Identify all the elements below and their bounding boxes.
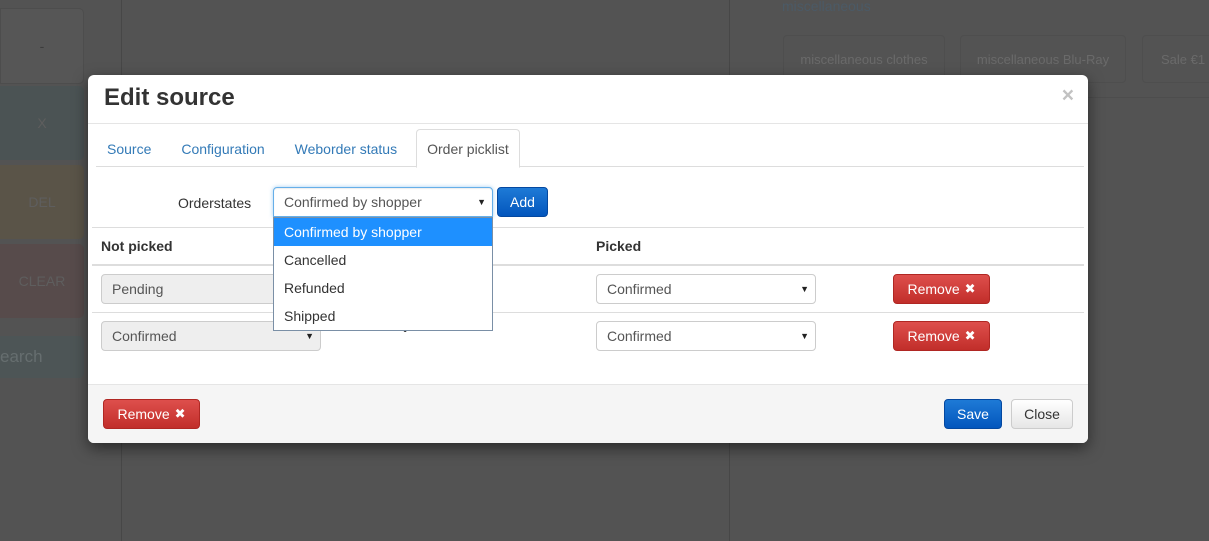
tab-configuration[interactable]: Configuration (170, 129, 275, 167)
orderstates-selected-value: Confirmed by shopper (284, 194, 422, 210)
divider (92, 264, 1084, 266)
dropdown-option[interactable]: Confirmed by shopper (274, 218, 492, 246)
x-icon: ✖ (964, 281, 976, 296)
tab-source[interactable]: Source (96, 129, 162, 167)
x-icon: ✖ (174, 406, 186, 421)
add-button[interactable]: Add (497, 187, 548, 217)
orderstates-label: Orderstates (178, 195, 252, 211)
key-del[interactable]: DEL (0, 165, 84, 239)
key-dash[interactable]: - (0, 8, 84, 84)
header-not-picked: Not picked (101, 238, 173, 254)
orderstates-dropdown: Confirmed by shopper Cancelled Refunded … (273, 217, 493, 331)
remove-label: Remove (907, 328, 960, 344)
remove-row-button[interactable]: Remove ✖ (893, 321, 990, 351)
category-title: miscellaneous (782, 0, 871, 14)
divider (92, 312, 1084, 313)
chevron-down-icon: ▼ (800, 284, 809, 294)
tab-weborder-status[interactable]: Weborder status (284, 129, 408, 167)
chevron-down-icon: ▼ (800, 331, 809, 341)
x-icon: ✖ (964, 328, 976, 343)
picked-select[interactable]: Confirmed ▼ (596, 274, 816, 304)
key-clear[interactable]: CLEAR (0, 244, 84, 318)
header-picked: Picked (596, 238, 642, 254)
picked-select[interactable]: Confirmed ▼ (596, 321, 816, 351)
remove-label: Remove (117, 406, 170, 422)
key-search[interactable]: earch (0, 336, 84, 378)
picked-value: Confirmed (607, 328, 672, 344)
tab-order-picklist[interactable]: Order picklist (416, 129, 520, 168)
dropdown-option[interactable]: Cancelled (274, 246, 492, 274)
modal-header: Edit source × (88, 75, 1088, 124)
dropdown-option[interactable]: Refunded (274, 274, 492, 302)
divider (92, 227, 1084, 228)
save-button[interactable]: Save (944, 399, 1002, 429)
chevron-down-icon: ▼ (477, 197, 486, 207)
close-icon[interactable]: × (1062, 85, 1074, 106)
orderstates-select[interactable]: Confirmed by shopper ▼ (273, 187, 493, 217)
edit-source-modal: Edit source × Source Configuration Webor… (88, 75, 1088, 443)
category-button[interactable]: Sale €1 (1142, 35, 1209, 83)
remove-row-button[interactable]: Remove ✖ (893, 274, 990, 304)
modal-title: Edit source (104, 84, 235, 111)
not-picked-value: Confirmed (112, 328, 177, 344)
dropdown-option[interactable]: Shipped (274, 302, 492, 330)
key-x[interactable]: X (0, 86, 84, 160)
not-picked-value: Pending (112, 281, 164, 297)
close-button[interactable]: Close (1011, 399, 1073, 429)
remove-label: Remove (907, 281, 960, 297)
picked-value: Confirmed (607, 281, 672, 297)
modal-footer: Remove ✖ Save Close (88, 384, 1088, 443)
remove-source-button[interactable]: Remove ✖ (103, 399, 200, 429)
tab-bar: Source Configuration Weborder status Ord… (96, 129, 1084, 168)
